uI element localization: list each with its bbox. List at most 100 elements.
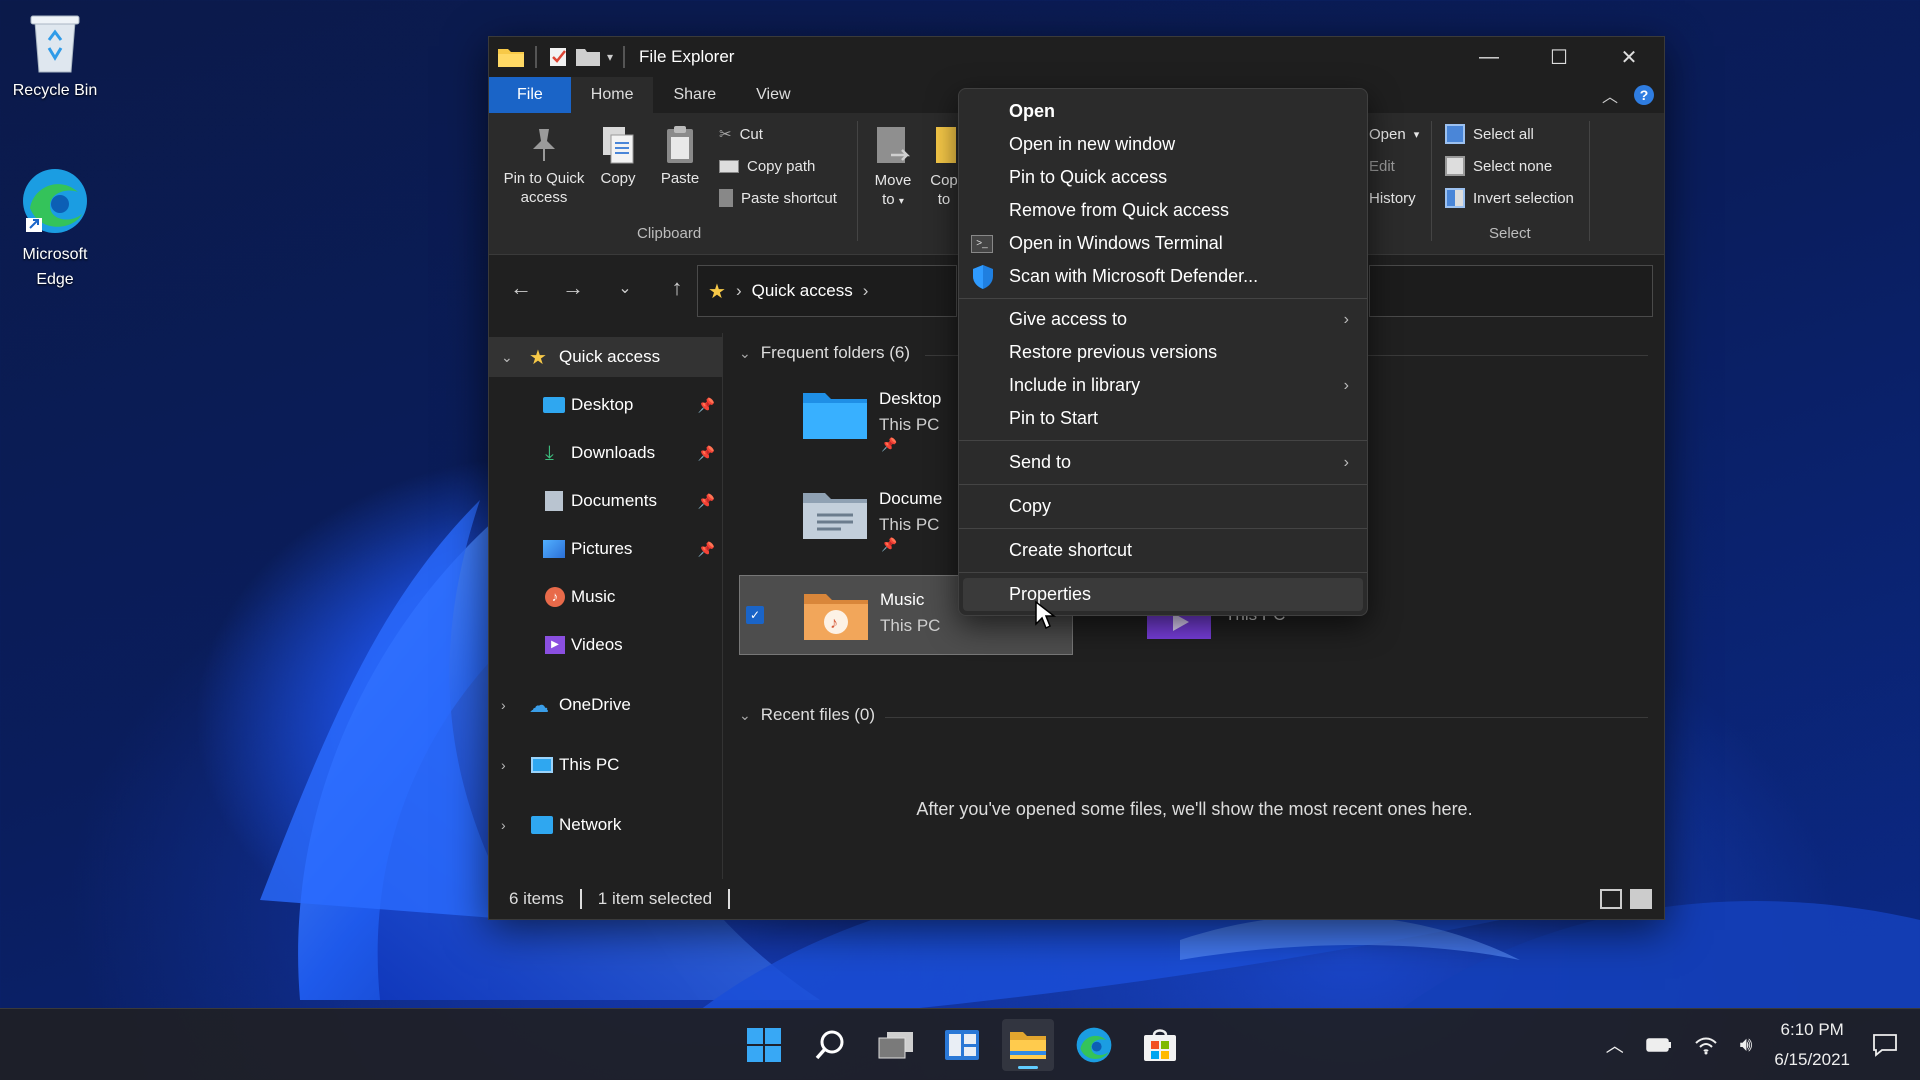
- close-button[interactable]: ✕: [1594, 37, 1664, 77]
- search-input[interactable]: [1369, 265, 1653, 317]
- frequent-folders-header[interactable]: ⌄ Frequent folders (6): [739, 343, 910, 363]
- invert-selection-button[interactable]: Invert selection: [1445, 185, 1574, 211]
- nav-item-desktop[interactable]: Desktop 📌: [489, 385, 723, 425]
- edit-button[interactable]: Edit: [1369, 153, 1395, 179]
- menu-item-scan-with-defender[interactable]: Scan with Microsoft Defender...: [959, 260, 1367, 293]
- nav-item-network[interactable]: › Network: [489, 805, 723, 845]
- menu-item-create-shortcut[interactable]: Create shortcut: [959, 534, 1367, 567]
- task-view-button[interactable]: [870, 1019, 922, 1071]
- open-button[interactable]: Open ▾: [1369, 121, 1419, 147]
- tab-home[interactable]: Home: [570, 77, 654, 113]
- maximize-button[interactable]: ☐: [1524, 37, 1594, 77]
- button-label: Paste shortcut: [741, 189, 837, 207]
- pictures-icon: [543, 540, 565, 558]
- help-icon[interactable]: ?: [1634, 85, 1654, 105]
- large-icons-view-icon[interactable]: [1630, 889, 1652, 909]
- pin-icon[interactable]: 📌: [698, 541, 715, 558]
- widgets-button[interactable]: [936, 1019, 988, 1071]
- wifi-icon[interactable]: [1694, 1035, 1718, 1055]
- history-button[interactable]: History: [1369, 185, 1416, 211]
- breadcrumb-quick-access[interactable]: Quick access: [752, 281, 853, 301]
- notification-center-icon[interactable]: [1872, 1033, 1898, 1057]
- move-to-button[interactable]: Move to ▾: [865, 125, 921, 211]
- start-button[interactable]: [738, 1019, 790, 1071]
- properties-icon[interactable]: [547, 46, 569, 68]
- select-all-button[interactable]: Select all: [1445, 121, 1534, 147]
- menu-item-send-to[interactable]: Send to ›: [959, 446, 1367, 479]
- pin-icon[interactable]: 📌: [698, 397, 715, 414]
- recent-locations-chevron-icon[interactable]: ⌄: [599, 278, 651, 298]
- button-label: Open: [1369, 125, 1406, 143]
- nav-item-this-pc[interactable]: › This PC: [489, 745, 723, 785]
- breadcrumb-chevron-icon: ›: [735, 281, 742, 300]
- menu-item-copy[interactable]: Copy: [959, 490, 1367, 523]
- paste-button[interactable]: Paste: [655, 125, 705, 188]
- breadcrumb-chevron-icon: ›: [862, 281, 869, 300]
- tab-view[interactable]: View: [736, 77, 810, 113]
- svg-text:♪: ♪: [830, 615, 838, 632]
- menu-item-open-in-windows-terminal[interactable]: >_ Open in Windows Terminal: [959, 227, 1367, 260]
- star-icon: ★: [708, 280, 726, 303]
- select-none-button[interactable]: Select none: [1445, 153, 1552, 179]
- menu-item-give-access-to[interactable]: Give access to ›: [959, 303, 1367, 336]
- copy-path-button[interactable]: Copy path: [719, 153, 815, 179]
- pin-to-quick-access-button[interactable]: Pin to Quick access: [499, 125, 589, 207]
- battery-icon[interactable]: [1646, 1037, 1672, 1053]
- forward-arrow-icon[interactable]: →: [547, 275, 599, 301]
- collapse-ribbon-icon[interactable]: ︿: [1602, 83, 1618, 107]
- tab-share[interactable]: Share: [653, 77, 736, 113]
- cut-button[interactable]: ✂ Cut: [719, 121, 763, 147]
- store-taskbar-button[interactable]: [1134, 1019, 1186, 1071]
- customize-dropdown-icon[interactable]: ▾: [607, 50, 613, 64]
- nav-item-pictures[interactable]: Pictures 📌: [489, 529, 723, 569]
- volume-icon[interactable]: 🔊︎: [1740, 1034, 1753, 1057]
- nav-item-music[interactable]: ♪ Music: [489, 577, 723, 617]
- show-hidden-icons-chevron-icon[interactable]: ︿: [1606, 1032, 1624, 1058]
- chevron-right-icon[interactable]: ›: [501, 757, 506, 773]
- chevron-down-icon[interactable]: ⌄: [501, 349, 513, 366]
- button-label: Cut: [739, 125, 763, 143]
- desktop-icon-microsoft-edge[interactable]: Microsoft Edge: [0, 166, 110, 292]
- details-view-icon[interactable]: [1600, 889, 1622, 909]
- copy-button[interactable]: Copy: [593, 125, 643, 188]
- pin-icon: 📌: [881, 537, 898, 552]
- tab-file[interactable]: File: [489, 77, 571, 113]
- pin-icon[interactable]: 📌: [698, 445, 715, 462]
- clock[interactable]: 6:10 PM 6/15/2021: [1774, 1015, 1850, 1075]
- edge-taskbar-button[interactable]: [1068, 1019, 1120, 1071]
- address-bar[interactable]: ★ › Quick access ›: [697, 265, 957, 317]
- nav-item-onedrive[interactable]: › ☁ OneDrive: [489, 685, 723, 725]
- menu-item-pin-to-start[interactable]: Pin to Start: [959, 402, 1367, 435]
- paste-shortcut-button[interactable]: Paste shortcut: [719, 185, 837, 211]
- nav-item-videos[interactable]: ▶ Videos: [489, 625, 723, 665]
- edge-icon: [23, 169, 87, 233]
- menu-item-open[interactable]: Open: [959, 95, 1367, 128]
- menu-item-include-in-library[interactable]: Include in library ›: [959, 369, 1367, 402]
- menu-item-restore-previous-versions[interactable]: Restore previous versions: [959, 336, 1367, 369]
- network-icon: [531, 816, 553, 834]
- documents-icon: [545, 491, 563, 511]
- desktop-icon-recycle-bin[interactable]: Recycle Bin: [0, 10, 110, 100]
- recent-files-header[interactable]: ⌄ Recent files (0): [739, 705, 875, 725]
- up-arrow-icon[interactable]: ↑: [651, 275, 703, 301]
- new-folder-icon[interactable]: [575, 46, 601, 68]
- back-arrow-icon[interactable]: ←: [495, 275, 547, 301]
- copy-to-button[interactable]: Cop to: [929, 125, 959, 209]
- nav-item-documents[interactable]: Documents 📌: [489, 481, 723, 521]
- menu-item-remove-from-quick-access[interactable]: Remove from Quick access: [959, 194, 1367, 227]
- menu-item-properties[interactable]: Properties: [963, 578, 1363, 611]
- chevron-right-icon[interactable]: ›: [501, 817, 506, 833]
- file-explorer-taskbar-button[interactable]: [1002, 1019, 1054, 1071]
- nav-item-downloads[interactable]: ⤓ Downloads 📌: [489, 433, 723, 473]
- separator: [535, 46, 537, 68]
- menu-item-pin-to-quick-access[interactable]: Pin to Quick access: [959, 161, 1367, 194]
- menu-item-open-in-new-window[interactable]: Open in new window: [959, 128, 1367, 161]
- paste-shortcut-icon: [719, 189, 733, 207]
- search-button[interactable]: [804, 1019, 856, 1071]
- selection-checkbox[interactable]: ✓: [746, 606, 764, 624]
- nav-item-quick-access[interactable]: ⌄ ★ Quick access: [489, 337, 723, 377]
- nav-label: Network: [559, 815, 622, 834]
- chevron-right-icon[interactable]: ›: [501, 697, 506, 713]
- pin-icon[interactable]: 📌: [698, 493, 715, 510]
- minimize-button[interactable]: —: [1454, 37, 1524, 77]
